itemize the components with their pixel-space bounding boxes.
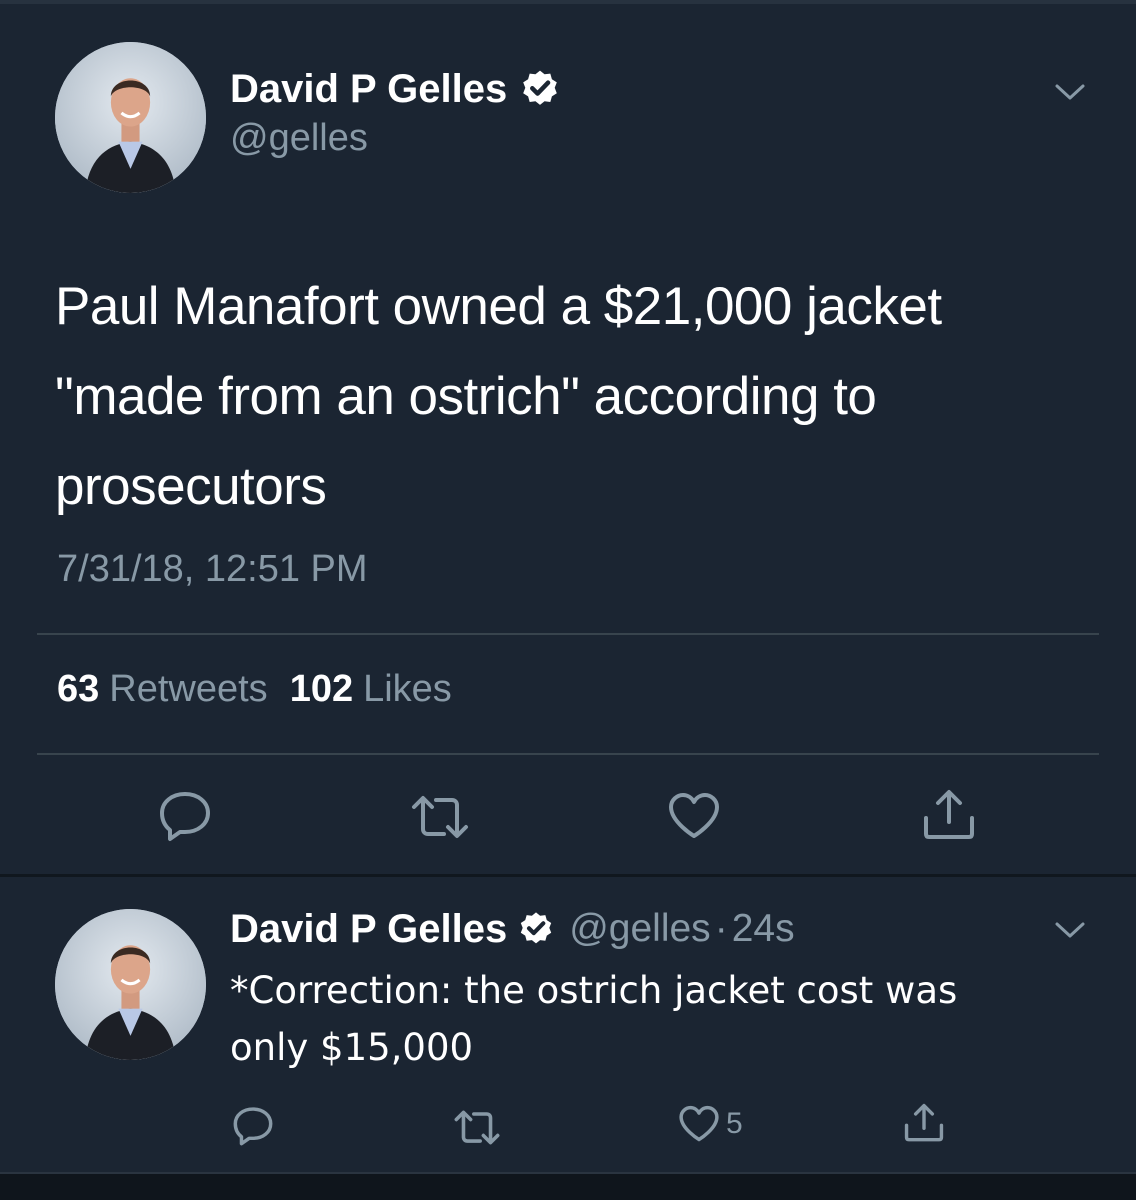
retweet-icon [454, 1110, 500, 1145]
retweets-label: Retweets [109, 668, 268, 710]
section-divider [0, 874, 1136, 877]
avatar[interactable] [55, 909, 206, 1060]
share-icon [924, 790, 974, 839]
reply-icon [160, 792, 210, 841]
author-handle[interactable]: @gelles [230, 117, 368, 160]
tweet-text: *Correction: the ostrich jacket cost was… [230, 962, 1090, 1076]
profile-photo-icon [55, 909, 206, 1060]
author-display-name[interactable]: David P Gelles [230, 67, 507, 112]
likes-label: Likes [363, 668, 452, 710]
tweet-detail-screen: David P Gelles @gelles Paul Manafort own… [0, 0, 1136, 1200]
tweet-text: Paul Manafort owned a $21,000 jacket "ma… [55, 262, 1095, 532]
tweet-text-line: Paul Manafort owned a $21,000 jacket [55, 277, 942, 336]
like-count: 5 [726, 1107, 743, 1140]
like-button[interactable]: 5 [678, 1105, 743, 1143]
main-tweet: David P Gelles @gelles Paul Manafort own… [0, 0, 1136, 876]
avatar[interactable] [55, 42, 206, 193]
like-button[interactable] [667, 792, 721, 840]
tweet-timestamp[interactable]: 7/31/18, 12:51 PM [57, 548, 368, 591]
profile-photo-icon [55, 42, 206, 193]
reply-button[interactable] [232, 1106, 274, 1146]
likes-count: 102 [289, 668, 354, 710]
tweet-relative-time[interactable]: 24s [732, 907, 795, 951]
like-icon [679, 1105, 719, 1142]
tweet-stats: 63 Retweets 102 Likes [57, 668, 452, 711]
share-button[interactable] [920, 788, 978, 842]
separator-dot: · [714, 907, 728, 950]
retweet-button[interactable] [453, 1110, 501, 1145]
chevron-down-icon[interactable] [1054, 82, 1086, 102]
tweet-text-line: *Correction: the ostrich jacket cost was [230, 969, 958, 1012]
chevron-down-icon[interactable] [1054, 920, 1086, 940]
share-icon [904, 1103, 944, 1142]
reply-author-row: David P Gelles @gelles · 24s [230, 905, 795, 953]
share-button[interactable] [902, 1102, 946, 1144]
verified-badge-icon [523, 70, 557, 105]
verified-badge-icon [520, 912, 552, 944]
divider [37, 753, 1099, 755]
bottom-bar [0, 1172, 1136, 1200]
author-name-row: David P Gelles [230, 64, 561, 114]
tweet-text-line: "made from an ostrich" according to [55, 367, 877, 426]
likes-stat[interactable]: 102 Likes [290, 668, 452, 710]
like-icon [669, 793, 719, 838]
retweet-icon [412, 796, 468, 838]
retweets-count: 63 [57, 668, 100, 710]
retweets-stat[interactable]: 63 Retweets [57, 668, 268, 710]
author-display-name[interactable]: David P Gelles [230, 907, 507, 952]
divider [37, 633, 1099, 635]
retweet-button[interactable] [410, 795, 470, 839]
tweet-text-line: only $15,000 [230, 1026, 474, 1069]
reply-button[interactable] [158, 790, 212, 842]
reply-icon [233, 1107, 273, 1146]
author-handle[interactable]: @gelles [569, 907, 711, 951]
tweet-text-line: prosecutors [55, 457, 327, 516]
